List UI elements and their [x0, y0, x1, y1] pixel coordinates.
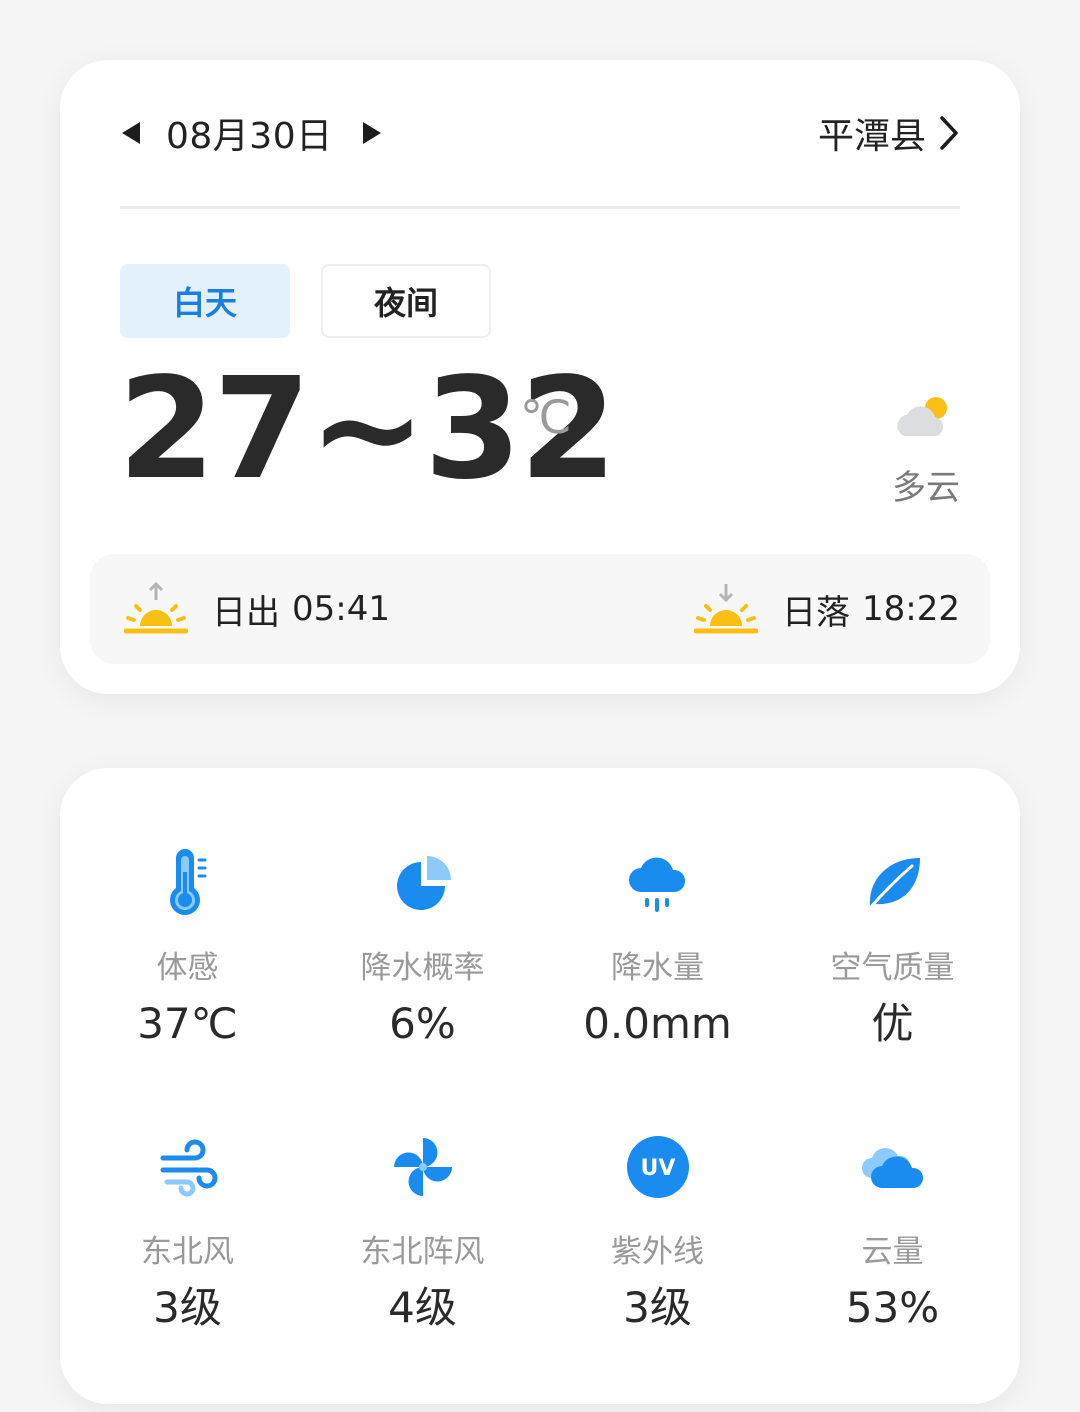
detail-wind: 东北风 3级: [70, 1112, 305, 1334]
sunset-icon: [694, 584, 759, 634]
tab-night[interactable]: 夜间: [321, 264, 491, 338]
temperature-unit: ℃: [520, 390, 572, 444]
detail-precip-probability: 降水概率 6%: [305, 828, 540, 1050]
partly-cloudy-icon: [897, 397, 947, 436]
location-selector[interactable]: 平潭县: [818, 106, 960, 160]
detail-value: 37℃: [137, 999, 238, 1048]
pinwheel-icon: [393, 1138, 452, 1196]
detail-value: 53%: [845, 1283, 940, 1332]
detail-cloud-cover: 云量 53%: [775, 1112, 1010, 1334]
detail-label: 云量: [861, 1234, 924, 1270]
sunrise-label: 日出: [212, 592, 280, 633]
leaf-icon: [868, 858, 920, 910]
detail-feels-like: 体感 37℃: [70, 828, 305, 1050]
detail-uv: UV 紫外线 3级: [540, 1112, 775, 1334]
header-divider: [120, 206, 960, 209]
detail-value: 优: [871, 999, 914, 1048]
sunrise-item: 日出 05:41: [124, 554, 390, 664]
wind-icon: [160, 1139, 217, 1197]
detail-value: 0.0mm: [583, 999, 732, 1048]
weather-condition: 多云: [892, 468, 960, 508]
details-card: 体感 37℃ 降水概率 6% 降水量 0.0mm 空气质量 优 东北风 3级 东…: [60, 768, 1020, 1404]
detail-air-quality: 空气质量 优: [775, 828, 1010, 1050]
detail-label: 降水量: [611, 950, 704, 986]
sunset-label: 日落: [782, 592, 851, 633]
sunset-item: 日落 18:22: [694, 554, 960, 664]
detail-label: 紫外线: [611, 1234, 704, 1270]
header-row: 08月30日 平潭县: [120, 106, 960, 160]
detail-value: 3级: [623, 1283, 692, 1332]
date-label: 08月30日: [166, 116, 333, 157]
sunrise-icon: [124, 582, 188, 634]
thermometer-icon: [169, 849, 206, 915]
sun-times-strip: 日出 05:41 日落 18:22: [90, 554, 990, 664]
detail-precipitation: 降水量 0.0mm: [540, 828, 775, 1050]
uv-icon: UV: [626, 1136, 689, 1198]
detail-label: 体感: [156, 950, 219, 986]
date-navigator: 08月30日: [120, 106, 381, 160]
detail-label: 东北阵风: [360, 1234, 485, 1270]
chevron-right-icon: [940, 116, 958, 150]
detail-label: 东北风: [141, 1234, 234, 1270]
pie-chart-icon: [396, 856, 451, 910]
rain-cloud-icon: [628, 857, 685, 912]
tab-daytime[interactable]: 白天: [120, 264, 290, 338]
detail-label: 降水概率: [360, 950, 485, 986]
sunset-time: 18:22: [862, 589, 960, 629]
uv-badge-text: UV: [640, 1156, 675, 1181]
detail-value: 3级: [153, 1283, 222, 1332]
prev-day-arrow-icon[interactable]: [122, 122, 140, 144]
detail-value: 6%: [389, 999, 456, 1048]
detail-value: 4级: [388, 1283, 457, 1332]
forecast-card: 08月30日 平潭县 白天 夜间 27~32 ℃ 多云 日出 05:41 日落 …: [60, 60, 1020, 694]
detail-label: 空气质量: [830, 950, 955, 986]
sunrise-time: 05:41: [292, 589, 390, 629]
cloud-icon: [861, 1148, 923, 1188]
detail-gust: 东北阵风 4级: [305, 1112, 540, 1334]
location-label: 平潭县: [817, 116, 926, 157]
next-day-arrow-icon[interactable]: [362, 122, 381, 144]
